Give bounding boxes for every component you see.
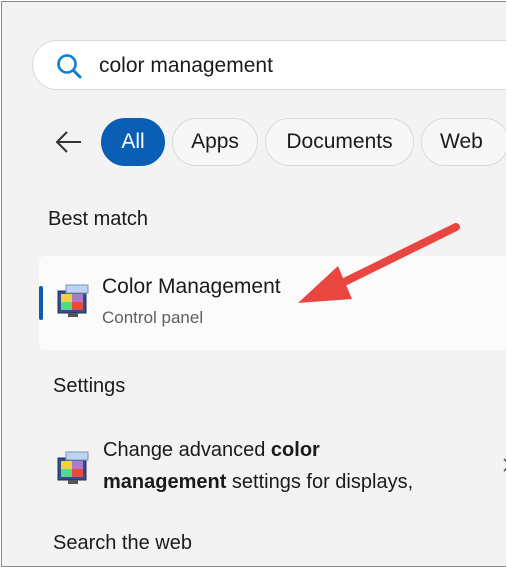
search-panel: color management All Apps Documents Web …: [1, 1, 506, 567]
settings-result-line-1[interactable]: Change advanced color: [103, 439, 320, 462]
settings-result-text: Change advanced: [103, 439, 271, 461]
filter-apps-chip[interactable]: Apps: [172, 118, 258, 166]
selection-indicator: [39, 286, 43, 320]
filter-all-chip[interactable]: All: [101, 118, 165, 166]
search-icon: [57, 54, 82, 79]
search-input[interactable]: color management: [99, 54, 273, 78]
search-web-heading: Search the web: [53, 532, 192, 554]
back-arrow-icon[interactable]: [54, 128, 84, 156]
filter-documents-chip[interactable]: Documents: [265, 118, 414, 166]
settings-heading: Settings: [53, 375, 126, 397]
best-match-result[interactable]: [39, 256, 506, 350]
best-match-subtitle: Control panel: [102, 308, 204, 327]
settings-result-highlight: color: [270, 439, 320, 461]
filter-web-chip[interactable]: Web: [421, 118, 506, 166]
best-match-heading: Best match: [48, 208, 149, 230]
chevron-right-icon[interactable]: [502, 457, 506, 473]
color-management-icon: [57, 451, 89, 484]
color-management-icon: [57, 284, 89, 317]
settings-result-highlight: management: [103, 471, 227, 493]
settings-result-text: settings for displays,: [226, 471, 414, 493]
search-box[interactable]: color management: [32, 40, 506, 90]
settings-result-line-2[interactable]: management settings for displays,: [103, 471, 413, 494]
best-match-title: Color Management: [102, 275, 281, 298]
